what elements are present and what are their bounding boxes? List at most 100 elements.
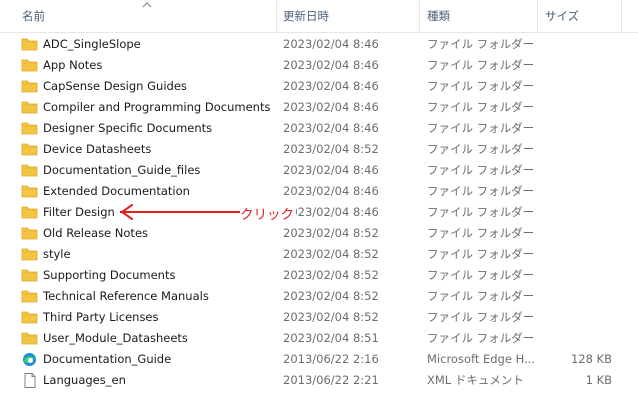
file-row[interactable]: Documentation_Guide 2013/06/22 2:16 Micros… [0, 349, 638, 370]
folder-icon [21, 163, 38, 178]
file-date: 2023/02/04 8:52 [283, 142, 379, 156]
file-date: 2023/02/04 8:46 [283, 58, 379, 72]
file-type: ファイル フォルダー [427, 226, 535, 240]
file-name: Device Datasheets [43, 142, 152, 156]
file-name: Designer Specific Documents [43, 121, 213, 135]
file-row[interactable]: Extended Documentation 2023/02/04 8:46 ファイ… [0, 181, 638, 202]
file-date: 2023/02/04 8:46 [283, 205, 379, 219]
file-row[interactable]: Supporting Documents 2023/02/04 8:52 ファイル … [0, 265, 638, 286]
folder-icon [21, 37, 38, 52]
file-name: style [43, 247, 71, 261]
file-type: ファイル フォルダー [427, 184, 535, 198]
file-date: 2023/02/04 8:46 [283, 79, 379, 93]
file-row[interactable]: App Notes 2023/02/04 8:46 ファイル フォルダー [0, 55, 638, 76]
file-row[interactable]: User_Module_Datasheets 2023/02/04 8:51 ファイ… [0, 328, 638, 349]
file-name: Technical Reference Manuals [43, 289, 209, 303]
column-header-date[interactable]: 更新日時 [279, 0, 419, 32]
file-row[interactable]: Device Datasheets 2023/02/04 8:52 ファイル フォル… [0, 139, 638, 160]
column-header-name-label: 名前 [22, 9, 45, 23]
file-type: ファイル フォルダー [427, 247, 535, 261]
file-row[interactable]: style 2023/02/04 8:52 ファイル フォルダー [0, 244, 638, 265]
file-type: ファイル フォルダー [427, 310, 535, 324]
folder-icon [21, 205, 38, 220]
column-divider[interactable] [621, 0, 622, 32]
file-name: Old Release Notes [43, 226, 149, 240]
file-row[interactable]: Old Release Notes 2023/02/04 8:52 ファイル フォル… [0, 223, 638, 244]
column-divider[interactable] [419, 0, 420, 32]
file-type: XML ドキュメント [427, 373, 524, 387]
file-type: ファイル フォルダー [427, 268, 535, 282]
file-row[interactable]: Languages_en 2013/06/22 2:21 XML ドキュメント 1 K… [0, 370, 638, 391]
file-date: 2013/06/22 2:16 [283, 352, 379, 366]
file-name: ADC_SingleSlope [43, 37, 141, 51]
file-type: Microsoft Edge H... [427, 352, 535, 366]
file-type: ファイル フォルダー [427, 100, 535, 114]
file-date: 2023/02/04 8:46 [283, 100, 379, 114]
column-divider[interactable] [276, 0, 277, 32]
sort-ascending-icon [142, 2, 152, 8]
folder-icon [21, 268, 38, 283]
file-row[interactable]: Documentation_Guide_files 2023/02/04 8:46… [0, 160, 638, 181]
file-row[interactable]: Filter Design 2023/02/04 8:46 ファイル フォルダー [0, 202, 638, 223]
file-name: User_Module_Datasheets [43, 331, 188, 345]
folder-icon [21, 226, 38, 241]
folder-icon [21, 121, 38, 136]
file-type: ファイル フォルダー [427, 58, 535, 72]
folder-icon [21, 79, 38, 94]
file-name: App Notes [43, 58, 103, 72]
column-header-date-label: 更新日時 [283, 9, 329, 23]
column-header-bar: 名前 更新日時 種類 サイズ [0, 0, 638, 33]
file-row[interactable]: Compiler and Programming Documents 2023/0… [0, 97, 638, 118]
file-type: ファイル フォルダー [427, 142, 535, 156]
folder-icon [21, 310, 38, 325]
folder-icon [21, 184, 38, 199]
file-type: ファイル フォルダー [427, 37, 535, 51]
file-date: 2023/02/04 8:52 [283, 247, 379, 261]
file-name: Compiler and Programming Documents [43, 100, 271, 114]
file-name: Extended Documentation [43, 184, 190, 198]
file-date: 2023/02/04 8:46 [283, 37, 379, 51]
file-name: Third Party Licenses [43, 310, 159, 324]
file-type: ファイル フォルダー [427, 79, 535, 93]
file-date: 2013/06/22 2:21 [283, 373, 379, 387]
file-name: CapSense Design Guides [43, 79, 187, 93]
file-date: 2023/02/04 8:46 [283, 163, 379, 177]
file-row[interactable]: CapSense Design Guides 2023/02/04 8:46 ファイ… [0, 76, 638, 97]
file-date: 2023/02/04 8:46 [283, 121, 379, 135]
column-header-size-label: サイズ [545, 9, 580, 23]
file-row[interactable]: Designer Specific Documents 2023/02/04 8:… [0, 118, 638, 139]
file-date: 2023/02/04 8:51 [283, 331, 379, 345]
file-date: 2023/02/04 8:46 [283, 184, 379, 198]
file-name: Documentation_Guide_files [43, 163, 201, 177]
column-header-size[interactable]: サイズ [541, 0, 621, 32]
file-name: Filter Design [43, 205, 115, 219]
folder-icon [21, 289, 38, 304]
file-date: 2023/02/04 8:52 [283, 226, 379, 240]
column-header-type[interactable]: 種類 [423, 0, 537, 32]
column-divider[interactable] [537, 0, 538, 32]
file-name: Supporting Documents [43, 268, 176, 282]
file-name: Documentation_Guide [43, 352, 172, 366]
folder-icon [21, 247, 38, 262]
file-type: ファイル フォルダー [427, 205, 535, 219]
file-name: Languages_en [43, 373, 126, 387]
column-header-type-label: 種類 [427, 9, 450, 23]
folder-icon [21, 58, 38, 73]
file-row[interactable]: ADC_SingleSlope 2023/02/04 8:46 ファイル フォルダー [0, 34, 638, 55]
file-row[interactable]: Third Party Licenses 2023/02/04 8:52 ファイル … [0, 307, 638, 328]
file-type: ファイル フォルダー [427, 331, 535, 345]
arrow-annotation-icon [120, 204, 240, 220]
click-annotation-label: クリック [240, 205, 296, 225]
file-date: 2023/02/04 8:52 [283, 310, 379, 324]
file-size: 128 KB [570, 352, 612, 366]
file-date: 2023/02/04 8:52 [283, 289, 379, 303]
document-icon [21, 373, 38, 388]
folder-icon [21, 142, 38, 157]
file-size: 1 KB [585, 373, 612, 387]
file-type: ファイル フォルダー [427, 289, 535, 303]
edge-icon [21, 352, 38, 367]
file-row[interactable]: Technical Reference Manuals 2023/02/04 8:… [0, 286, 638, 307]
file-type: ファイル フォルダー [427, 163, 535, 177]
folder-icon [21, 100, 38, 115]
folder-icon [21, 331, 38, 346]
